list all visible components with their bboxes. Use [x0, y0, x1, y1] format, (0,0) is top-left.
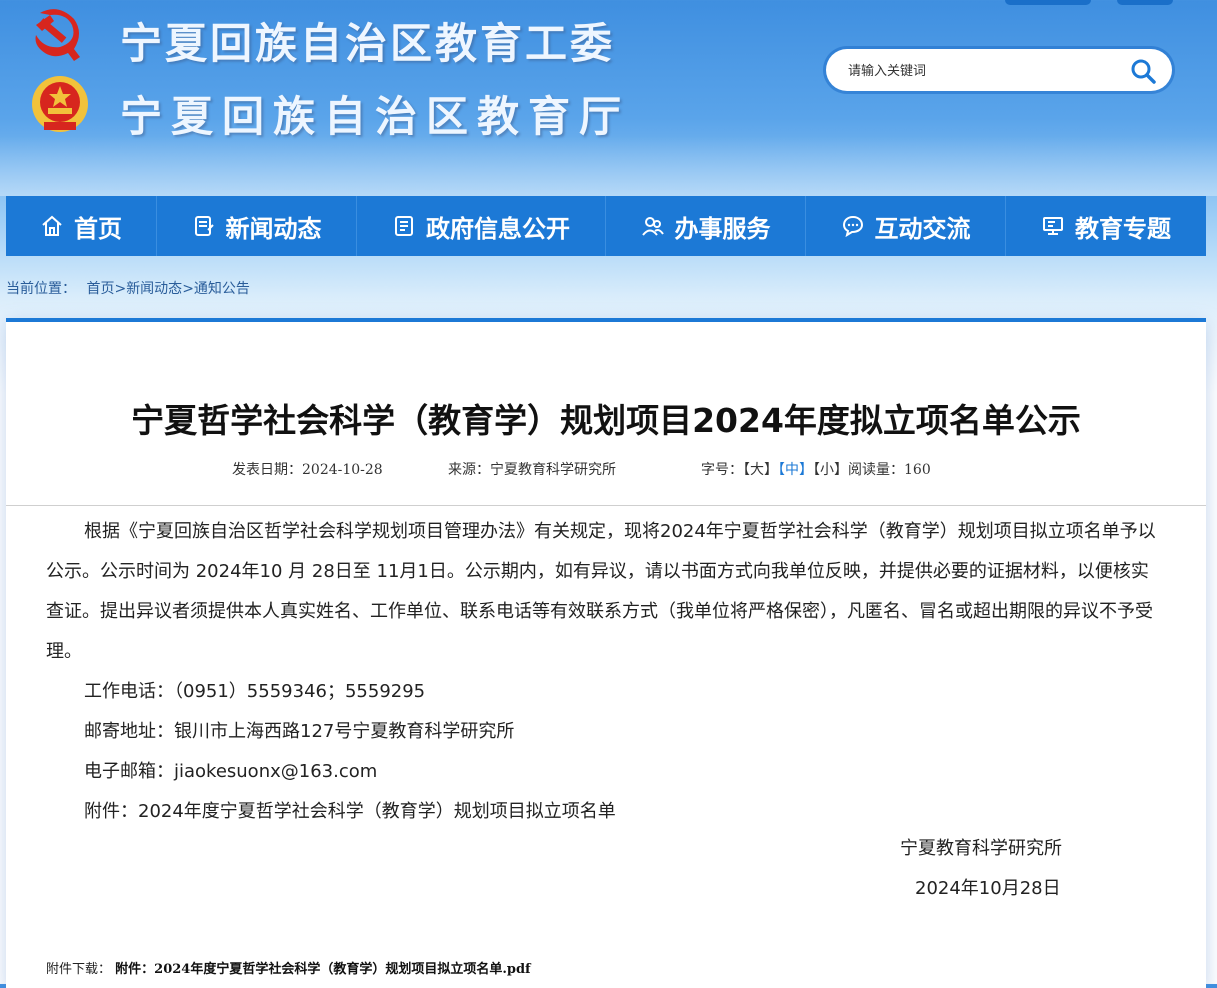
- nav-label: 首页: [74, 214, 122, 243]
- nav-label: 互动交流: [874, 214, 971, 243]
- attachment-download: 附件下载： 附件：2024年度宁夏哲学社会科学（教育学）规划项目拟立项名单.pd…: [46, 958, 531, 977]
- site-header: 宁夏回族自治区教育工委 宁夏回族自治区教育厅: [0, 0, 1217, 196]
- document-icon: [395, 216, 413, 236]
- nav-label: 办事服务: [674, 214, 771, 243]
- nav-label: 政府信息公开: [426, 214, 570, 243]
- news-icon: [194, 216, 214, 236]
- breadcrumb-home-link[interactable]: 首页: [86, 281, 114, 297]
- chat-icon: [842, 215, 863, 238]
- top-tab-right[interactable]: [1117, 0, 1173, 5]
- download-label: 附件下载：: [46, 962, 112, 977]
- national-emblem-icon: [32, 76, 88, 132]
- publish-date: 发表日期：2024-10-28: [232, 459, 383, 479]
- source: 来源：宁夏教育科学研究所: [448, 459, 616, 479]
- article-body: 根据《宁夏回族自治区哲学社会科学规划项目管理办法》有关规定，现将2024年宁夏哲…: [46, 512, 1166, 832]
- nav-item-news[interactable]: 新闻动态: [157, 196, 357, 256]
- breadcrumb-prefix: 当前位置：: [6, 281, 76, 297]
- nav-item-interaction[interactable]: 互动交流: [806, 196, 1006, 256]
- body-paragraph: 根据《宁夏回族自治区哲学社会科学规划项目管理办法》有关规定，现将2024年宁夏哲…: [46, 521, 1156, 662]
- nav-item-gov-info[interactable]: 政府信息公开: [357, 196, 606, 256]
- breadcrumb: 当前位置： 首页>新闻动态>通知公告: [6, 278, 250, 298]
- party-emblem-icon: [35, 9, 80, 61]
- font-size-label: 字号：: [701, 462, 743, 478]
- font-size-small-button[interactable]: 【小】: [813, 462, 848, 478]
- date-label: 发表日期：: [232, 462, 302, 478]
- attachment-note: 附件：2024年度宁夏哲学社会科学（教育学）规划项目拟立项名单: [84, 801, 616, 822]
- breadcrumb-news-link[interactable]: 新闻动态: [126, 281, 182, 297]
- search-box: [826, 49, 1172, 93]
- search-icon[interactable]: [1130, 58, 1156, 84]
- search-input[interactable]: [846, 49, 1130, 93]
- home-icon: [42, 215, 62, 236]
- service-icon: [641, 217, 664, 236]
- nav-item-services[interactable]: 办事服务: [606, 196, 806, 256]
- skyline-decoration: [0, 136, 1217, 196]
- font-size-controls: 字号：【大】【中】【小】阅读量：160: [701, 459, 931, 479]
- date-value: 2024-10-28: [302, 462, 383, 478]
- nav-item-education-topics[interactable]: 教育专题: [1006, 196, 1206, 256]
- source-label: 来源：: [448, 462, 490, 478]
- article-title: 宁夏哲学社会科学（教育学）规划项目2024年度拟立项名单公示: [131, 401, 1081, 440]
- breadcrumb-notice-link[interactable]: 通知公告: [194, 281, 250, 297]
- views-count: 160: [904, 462, 931, 478]
- attachment-download-link[interactable]: 附件：2024年度宁夏哲学社会科学（教育学）规划项目拟立项名单.pdf: [115, 962, 530, 977]
- contact-address: 邮寄地址：银川市上海西路127号宁夏教育科学研究所: [84, 721, 515, 742]
- signature-date: 2024年10月28日: [915, 878, 1061, 899]
- top-tab-left[interactable]: [1005, 0, 1091, 5]
- site-title-department: 宁夏回族自治区教育厅: [120, 92, 631, 141]
- contact-email: 电子邮箱：jiaokesuonx@163.com: [84, 761, 378, 782]
- nav-item-home[interactable]: 首页: [6, 196, 157, 256]
- main-nav: 首页 新闻动态 政府信息公开 办事服务 互动交流 教育专题: [6, 196, 1206, 256]
- font-size-medium-button[interactable]: 【中】: [778, 462, 813, 478]
- font-size-large-button[interactable]: 【大】: [743, 462, 778, 478]
- monitor-icon: [1043, 217, 1063, 235]
- signature-org: 宁夏教育科学研究所: [900, 838, 1062, 859]
- source-value: 宁夏教育科学研究所: [490, 462, 616, 478]
- breadcrumb-separator: >: [114, 281, 127, 297]
- breadcrumb-separator: >: [182, 281, 194, 297]
- contact-phone: 工作电话：（0951）5559346；5559295: [84, 681, 426, 702]
- site-title-committee: 宁夏回族自治区教育工委: [120, 19, 616, 68]
- meta-divider: [6, 505, 1206, 506]
- nav-label: 教育专题: [1075, 214, 1171, 243]
- nav-label: 新闻动态: [225, 214, 322, 243]
- views-label: 阅读量：: [848, 462, 904, 478]
- article-panel: 宁夏哲学社会科学（教育学）规划项目2024年度拟立项名单公示 发表日期：2024…: [6, 318, 1206, 988]
